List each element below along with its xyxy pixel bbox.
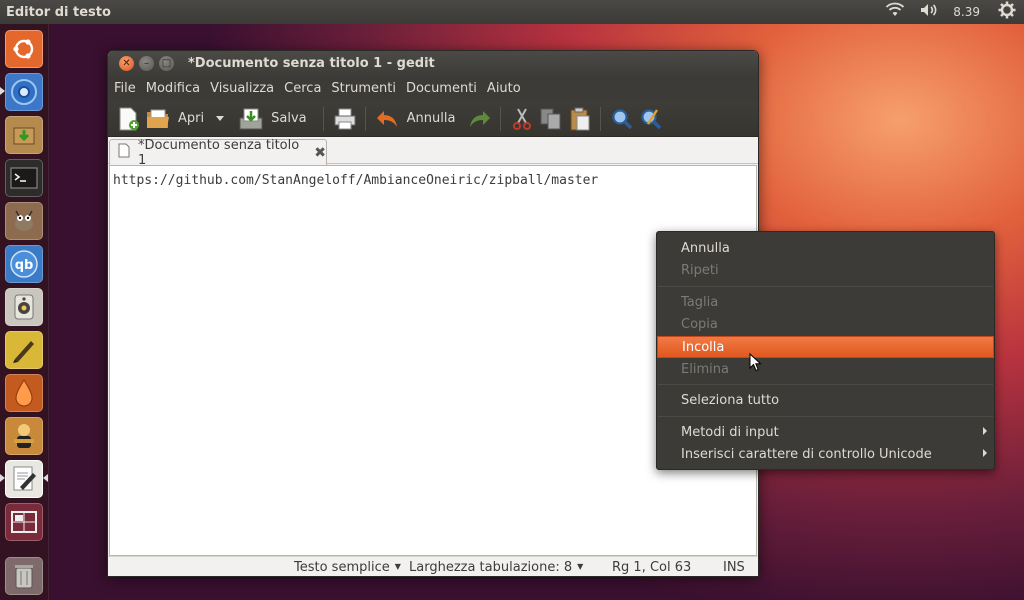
menu-separator: [658, 416, 993, 417]
print-button[interactable]: [332, 106, 358, 132]
wifi-icon[interactable]: [885, 2, 905, 22]
menu-tools[interactable]: Strumenti: [331, 81, 396, 96]
window-title: *Documento senza titolo 1 - gedit: [188, 56, 435, 71]
menu-item-redo[interactable]: Ripeti: [657, 259, 994, 281]
submenu-arrow-icon: [983, 427, 987, 435]
submenu-arrow-icon: [983, 449, 987, 457]
menu-item-undo[interactable]: Annulla: [657, 237, 994, 259]
speaker-icon[interactable]: [5, 288, 43, 326]
open-button[interactable]: [145, 106, 171, 132]
menu-item-copy[interactable]: Copia: [657, 313, 994, 335]
qbittorrent-icon[interactable]: qb: [5, 245, 43, 283]
window-titlebar[interactable]: ✕ – □ *Documento senza titolo 1 - gedit: [108, 51, 758, 76]
editor-line: https://github.com/StanAngeloff/Ambiance…: [113, 173, 599, 188]
copy-icon[interactable]: [538, 106, 564, 132]
close-window-button[interactable]: ✕: [119, 56, 134, 71]
statusbar: Testo semplice ▼ Larghezza tabulazione: 8…: [108, 556, 758, 576]
chevron-down-icon: ▼: [577, 562, 584, 571]
save-button-label[interactable]: Salva: [271, 111, 307, 126]
document-icon: [118, 143, 130, 162]
focused-indicator: [43, 474, 48, 482]
tab-label: *Documento senza titolo 1: [138, 137, 300, 168]
indicator-area: 8.39: [885, 1, 1016, 23]
gear-icon[interactable]: [998, 1, 1016, 23]
menu-separator: [658, 286, 993, 287]
menu-item-unicode-control[interactable]: Inserisci carattere di controllo Unicode: [657, 443, 994, 465]
tab-width-label: Larghezza tabulazione: 8: [409, 560, 573, 575]
chevron-down-icon[interactable]: [216, 111, 225, 126]
app-title: Editor di testo: [6, 4, 111, 20]
top-panel: Editor di testo 8.39: [0, 0, 1024, 24]
tab-width-selector[interactable]: Larghezza tabulazione: 8 ▼: [409, 560, 583, 575]
terminal-icon[interactable]: [5, 159, 43, 197]
menu-item-delete[interactable]: Elimina: [657, 358, 994, 380]
menu-item-paste[interactable]: Incolla: [657, 336, 994, 358]
menu-search[interactable]: Cerca: [284, 81, 321, 96]
document-tabstrip: *Documento senza titolo 1 ✖: [108, 137, 758, 168]
language-label: Testo semplice: [294, 560, 390, 575]
svg-text:qb: qb: [15, 258, 34, 273]
menu-view[interactable]: Visualizza: [210, 81, 274, 96]
save-button[interactable]: [238, 106, 264, 132]
toolbar: Apri Salva Annulla: [108, 101, 758, 137]
gedit-icon[interactable]: [5, 460, 43, 498]
new-document-button[interactable]: [116, 106, 142, 132]
document-tab[interactable]: *Documento senza titolo 1 ✖: [109, 137, 327, 168]
maximize-window-button[interactable]: □: [159, 56, 174, 71]
ubuntu-dash-icon[interactable]: [5, 30, 43, 68]
cut-icon[interactable]: [509, 106, 535, 132]
launcher: qb: [0, 24, 49, 600]
menu-separator: [658, 384, 993, 385]
insert-mode: INS: [723, 560, 745, 575]
toolbar-separator: [500, 106, 502, 131]
menu-item-cut[interactable]: Taglia: [657, 291, 994, 313]
volume-icon[interactable]: [919, 2, 939, 22]
inkdrop-icon[interactable]: [5, 374, 43, 412]
menu-item-input-methods[interactable]: Metodi di input: [657, 421, 994, 443]
menu-help[interactable]: Aiuto: [487, 81, 521, 96]
context-menu: Annulla Ripeti Taglia Copia Incolla Elim…: [656, 231, 995, 470]
menu-item-input-methods-label: Metodi di input: [681, 424, 779, 440]
running-indicator: [0, 474, 5, 482]
toolbar-separator: [364, 106, 366, 131]
software-center-icon[interactable]: [5, 116, 43, 154]
trash-icon[interactable]: [5, 557, 43, 595]
clock[interactable]: 8.39: [953, 5, 980, 19]
menu-file[interactable]: File: [114, 81, 136, 96]
menu-documents[interactable]: Documenti: [406, 81, 477, 96]
close-tab-icon[interactable]: ✖: [314, 145, 326, 161]
cursor-position: Rg 1, Col 63: [612, 560, 692, 575]
open-button-label[interactable]: Apri: [178, 111, 204, 126]
pen-tool-icon[interactable]: [5, 331, 43, 369]
chevron-down-icon: ▼: [394, 562, 401, 571]
paste-icon[interactable]: [567, 106, 593, 132]
language-selector[interactable]: Testo semplice ▼: [294, 560, 401, 575]
toolbar-separator: [322, 106, 324, 131]
mouse-pointer-icon: [749, 353, 762, 372]
menubar: File Modifica Visualizza Cerca Strumenti…: [108, 76, 758, 101]
chromium-icon[interactable]: [5, 73, 43, 111]
toolbar-separator: [600, 106, 602, 131]
search-replace-icon[interactable]: [638, 106, 664, 132]
vlc-icon[interactable]: [5, 417, 43, 455]
search-icon[interactable]: [609, 106, 635, 132]
minimize-window-button[interactable]: –: [139, 56, 154, 71]
undo-button-label[interactable]: Annulla: [407, 111, 456, 126]
menu-item-select-all[interactable]: Seleziona tutto: [657, 389, 994, 411]
gimp-icon[interactable]: [5, 202, 43, 240]
menu-item-unicode-control-label: Inserisci carattere di controllo Unicode: [681, 446, 932, 462]
workspace-switcher-icon[interactable]: [5, 503, 43, 541]
menu-edit[interactable]: Modifica: [146, 81, 200, 96]
redo-icon[interactable]: [467, 106, 493, 132]
undo-icon[interactable]: [374, 106, 400, 132]
